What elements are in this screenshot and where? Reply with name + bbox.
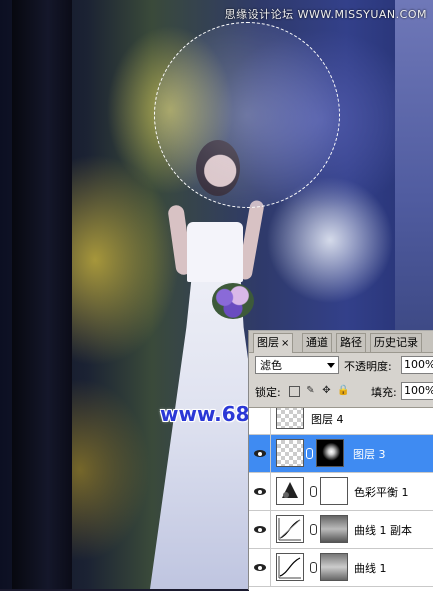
- chain-link-icon[interactable]: [310, 486, 317, 497]
- tab-channels-label: 通道: [306, 336, 328, 349]
- tab-channels[interactable]: 通道: [302, 333, 332, 352]
- layer-row-color-balance[interactable]: 色彩平衡 1: [249, 473, 433, 511]
- chain-link-icon[interactable]: [310, 562, 317, 573]
- chain-link-icon[interactable]: [310, 524, 317, 535]
- tab-layers[interactable]: 图层 ×: [253, 333, 294, 353]
- visibility-toggle[interactable]: [249, 549, 271, 586]
- eye-icon: [254, 488, 266, 495]
- lock-brush-icon[interactable]: ✎: [305, 385, 316, 396]
- eye-icon: [254, 526, 266, 533]
- elliptical-selection[interactable]: [154, 22, 340, 208]
- bride-bodice: [187, 222, 243, 282]
- site-watermark-top: 思缘设计论坛 WWW.MISSYUAN.COM: [224, 8, 427, 21]
- layer-name: 图层 4: [311, 413, 344, 426]
- close-icon[interactable]: ×: [281, 338, 289, 349]
- layer-row-4[interactable]: 图层 4: [249, 408, 433, 435]
- eye-icon: [254, 450, 266, 457]
- layer-mask-thumbnail[interactable]: [320, 553, 348, 581]
- layer-thumbnail: [276, 439, 304, 467]
- lock-all-icon[interactable]: 🔒: [337, 385, 349, 396]
- tree-trunk: [12, 0, 72, 589]
- flower-bouquet: [212, 283, 254, 319]
- chain-link-icon[interactable]: [306, 448, 313, 459]
- tab-layers-label: 图层: [257, 336, 279, 349]
- fill-label: 填充:: [371, 386, 397, 399]
- opacity-label: 不透明度:: [344, 360, 392, 373]
- opacity-input[interactable]: 100%: [401, 356, 433, 374]
- layer-mask-thumbnail[interactable]: [320, 515, 348, 543]
- tab-paths[interactable]: 路径: [336, 333, 366, 352]
- layer-row-curves[interactable]: 曲线 1: [249, 549, 433, 587]
- fill-input[interactable]: 100%: [401, 382, 433, 400]
- layer-row-curves-copy[interactable]: 曲线 1 副本: [249, 511, 433, 549]
- chevron-down-icon: [327, 363, 335, 368]
- visibility-toggle[interactable]: [249, 511, 271, 548]
- visibility-toggle[interactable]: [249, 473, 271, 510]
- color-balance-icon: [276, 477, 304, 505]
- layer-name: 图层 3: [353, 448, 386, 461]
- layers-list: 图层 4 图层 3 色彩平衡 1 曲线 1 副本 曲线 1: [249, 407, 433, 591]
- layers-panel: 图层 × 通道 路径 历史记录 滤色 不透明度: 100% 锁定: ✎ ✥ 🔒 填…: [248, 330, 433, 591]
- panel-tabs: 图层 × 通道 路径 历史记录: [249, 331, 433, 353]
- lock-label: 锁定:: [255, 386, 281, 399]
- curves-icon: [276, 515, 304, 543]
- visibility-toggle[interactable]: [249, 435, 271, 472]
- blend-mode-select[interactable]: 滤色: [255, 356, 339, 374]
- blend-row: 滤色 不透明度: 100%: [249, 355, 433, 377]
- layer-row-3[interactable]: 图层 3: [249, 435, 433, 473]
- tab-history[interactable]: 历史记录: [370, 333, 422, 352]
- eye-icon: [254, 564, 266, 571]
- layer-mask-thumbnail[interactable]: [320, 477, 348, 505]
- layer-name: 色彩平衡 1: [354, 486, 409, 499]
- tab-history-label: 历史记录: [374, 336, 418, 349]
- blend-mode-value: 滤色: [260, 359, 282, 372]
- tab-paths-label: 路径: [340, 336, 362, 349]
- curves-icon: [276, 553, 304, 581]
- visibility-toggle[interactable]: [249, 408, 271, 434]
- lock-transparency-icon[interactable]: [289, 386, 300, 397]
- layer-thumbnail: [276, 408, 304, 429]
- layer-mask-thumbnail[interactable]: [316, 439, 344, 467]
- layer-name: 曲线 1: [354, 562, 387, 575]
- background-bokeh: [395, 0, 433, 330]
- layer-name: 曲线 1 副本: [354, 524, 412, 537]
- lock-row: 锁定: ✎ ✥ 🔒 填充: 100%: [249, 381, 433, 403]
- lock-move-icon[interactable]: ✥: [321, 385, 332, 396]
